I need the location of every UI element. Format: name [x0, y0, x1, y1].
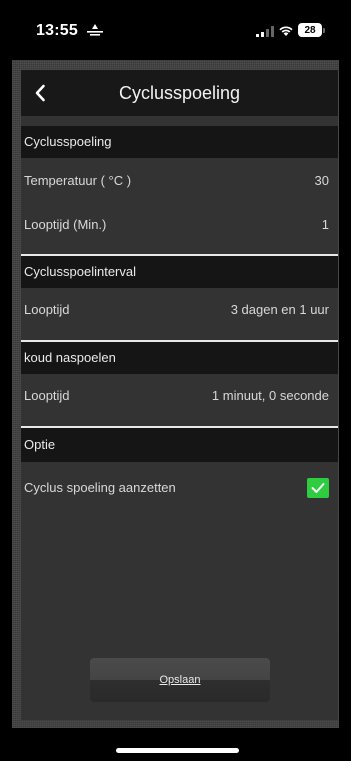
enable-cycle-rinse-checkbox[interactable]	[307, 478, 329, 498]
temperature-value[interactable]: 30	[315, 164, 329, 198]
section-header-interval: Cyclusspoelinterval	[21, 254, 338, 288]
section-header-cyclusspoeling: Cyclusspoeling	[21, 126, 338, 158]
interval-runtime-row[interactable]: Looptijd 3 dagen en 1 uur	[21, 293, 338, 327]
temperature-label: Temperatuur ( °C )	[24, 173, 132, 188]
cold-rinse-runtime-row[interactable]: Looptijd 1 minuut, 0 seconde	[21, 379, 338, 413]
page-title: Cyclusspoeling	[118, 83, 241, 103]
runtime-minutes-value[interactable]: 1	[322, 208, 329, 242]
location-icon	[87, 24, 103, 36]
save-button[interactable]: Opslaan	[90, 658, 270, 702]
interval-runtime-label: Looptijd	[24, 302, 70, 317]
cold-rinse-runtime-label: Looptijd	[24, 388, 70, 403]
battery-icon: 28	[298, 23, 322, 37]
status-time: 13:55	[36, 22, 78, 39]
interval-runtime-value[interactable]: 3 dagen en 1 uur	[231, 293, 329, 327]
back-button[interactable]	[29, 80, 51, 106]
section-header-option: Optie	[21, 426, 338, 462]
status-bar: 13:55 28	[0, 0, 351, 60]
enable-cycle-rinse-row[interactable]: Cyclus spoeling aanzetten	[21, 471, 338, 505]
app-header: Cyclusspoeling	[21, 70, 338, 116]
home-indicator	[116, 748, 239, 753]
screen-panel: Cyclusspoeling Cyclusspoeling Temperatuu…	[12, 60, 339, 728]
checkmark-icon	[311, 483, 325, 493]
chevron-left-icon	[35, 84, 45, 102]
enable-cycle-rinse-label: Cyclus spoeling aanzetten	[24, 480, 176, 495]
wifi-icon	[279, 26, 293, 36]
content-area: Cyclusspoeling Cyclusspoeling Temperatuu…	[21, 70, 338, 720]
section-header-cold-rinse: koud naspoelen	[21, 340, 338, 374]
cold-rinse-runtime-value[interactable]: 1 minuut, 0 seconde	[212, 379, 329, 413]
battery-tip	[323, 28, 325, 33]
runtime-minutes-row[interactable]: Looptijd (Min.) 1	[21, 208, 338, 242]
signal-icon	[256, 26, 274, 37]
runtime-minutes-label: Looptijd (Min.)	[24, 217, 107, 232]
temperature-row[interactable]: Temperatuur ( °C ) 30	[21, 164, 338, 198]
